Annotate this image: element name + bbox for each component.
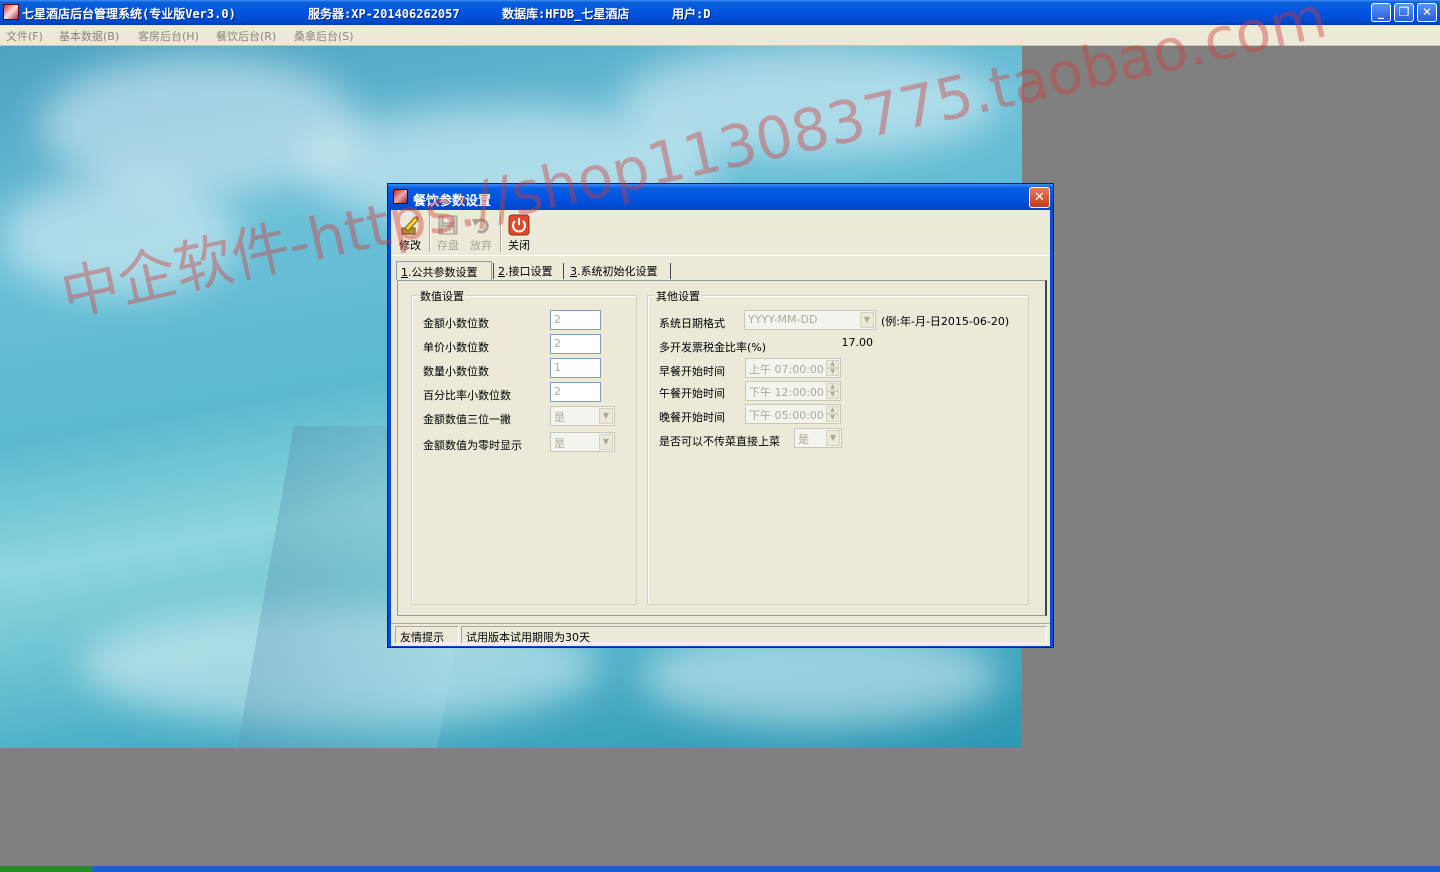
dropdown-arrow-icon: ▼	[826, 430, 840, 446]
lunch-start-time[interactable]: 下午 12:00:00 ▲ ▼	[745, 381, 841, 401]
menu-basic-data[interactable]: 基本数据(B)	[59, 28, 119, 44]
dialog-toolbar: 修改 存盘 放弃 关闭	[391, 210, 1050, 256]
spin-down-icon[interactable]: ▼	[826, 368, 839, 376]
save-button[interactable]: 存盘	[430, 212, 466, 254]
dinner-start-time[interactable]: 下午 05:00:00 ▲ ▼	[745, 404, 841, 424]
breakfast-start-time[interactable]: 上午 07:00:00 ▲ ▼	[745, 358, 841, 378]
dialog-body: 修改 存盘 放弃 关闭 1.公共参数设置 2.接口设置 3.系统初始化设置 数值…	[391, 210, 1050, 646]
spin-down-icon[interactable]: ▼	[826, 391, 839, 399]
dialog-close-button[interactable]: ✕	[1029, 187, 1050, 208]
other-settings-group: 其他设置 系统日期格式 YYYY-MM-DD ▼ (例:年-月-日2015-06-…	[647, 288, 1029, 605]
dialog-status-bar: 友情提示 试用版本试用期限为30天	[391, 623, 1050, 645]
main-title-bar: 七星酒店后台管理系统(专业版Ver3.0) 服务器:XP-20140626205…	[0, 0, 1440, 25]
tab-panel: 数值设置 金额小数位数 2 单价小数位数 2 数量小数位数 1 百分比率小数位数…	[397, 280, 1047, 616]
user-label: 用户:D	[672, 7, 711, 21]
serve-direct-label: 是否可以不传菜直接上菜	[659, 435, 780, 448]
other-group-title: 其他设置	[654, 288, 702, 304]
invoice-tax-label: 多开发票税金比率(%)	[659, 341, 767, 354]
dialog-icon	[393, 189, 408, 204]
qty-decimals-input[interactable]: 1	[550, 358, 601, 378]
amount-zero-select[interactable]: 是 ▼	[550, 432, 615, 452]
price-decimals-input[interactable]: 2	[550, 334, 601, 354]
minimize-button[interactable]: _	[1371, 3, 1391, 22]
percent-decimals-label: 百分比率小数位数	[423, 389, 511, 402]
percent-decimals-input[interactable]: 2	[550, 382, 601, 402]
spin-up-icon[interactable]: ▲	[826, 383, 839, 391]
menu-bar: 文件(F) 基本数据(B) 客房后台(H) 餐饮后台(R) 桑拿后台(S)	[0, 25, 1440, 46]
dinner-start-label: 晚餐开始时间	[659, 411, 725, 424]
spin-up-icon[interactable]: ▲	[826, 360, 839, 368]
numeric-settings-group: 数值设置 金额小数位数 2 单价小数位数 2 数量小数位数 1 百分比率小数位数…	[411, 288, 637, 605]
invoice-tax-input[interactable]: 17.00	[774, 333, 877, 353]
restore-button[interactable]: ❐	[1394, 3, 1414, 22]
pencil-icon	[401, 216, 419, 235]
menu-sauna-backend[interactable]: 桑拿后台(S)	[294, 28, 354, 44]
qty-decimals-label: 数量小数位数	[423, 365, 489, 378]
breakfast-start-label: 早餐开始时间	[659, 365, 725, 378]
close-dialog-button[interactable]: 关闭	[501, 212, 537, 254]
close-button[interactable]: ✕	[1417, 3, 1437, 22]
tab-interface[interactable]: 2.接口设置	[494, 261, 557, 280]
numeric-group-title: 数值设置	[418, 288, 466, 304]
price-decimals-label: 单价小数位数	[423, 341, 489, 354]
menu-room-backend[interactable]: 客房后台(H)	[138, 28, 199, 44]
dining-settings-dialog: 餐饮参数设置 ✕ 修改 存盘 放弃 关闭 1.公共参数设置 2.接口设置 3.系…	[387, 183, 1054, 648]
app-icon	[3, 4, 19, 20]
date-format-label: 系统日期格式	[659, 317, 725, 330]
menu-dining-backend[interactable]: 餐饮后台(R)	[216, 28, 276, 44]
spin-down-icon[interactable]: ▼	[826, 414, 839, 422]
tab-common-params[interactable]: 1.公共参数设置	[396, 261, 492, 280]
dialog-title: 餐饮参数设置	[413, 194, 492, 209]
menu-file[interactable]: 文件(F)	[6, 28, 43, 44]
database-label: 数据库:HFDB_七星酒店	[502, 7, 630, 21]
app-title: 七星酒店后台管理系统(专业版Ver3.0)	[22, 7, 236, 21]
discard-button[interactable]: 放弃	[463, 212, 499, 254]
dropdown-arrow-icon: ▼	[860, 312, 874, 328]
server-label: 服务器:XP-201406262057	[308, 7, 460, 21]
lunch-start-label: 午餐开始时间	[659, 387, 725, 400]
floppy-disk-icon	[438, 215, 458, 235]
amount-thousands-select[interactable]: 是 ▼	[550, 406, 615, 426]
taskbar-strip	[0, 866, 1440, 872]
amount-zero-label: 金额数值为零时显示	[423, 439, 522, 452]
undo-icon	[472, 218, 489, 234]
amount-decimals-label: 金额小数位数	[423, 317, 489, 330]
serve-direct-select[interactable]: 是 ▼	[794, 428, 842, 448]
date-format-select[interactable]: YYYY-MM-DD ▼	[744, 310, 876, 330]
amount-thousands-label: 金额数值三位一撇	[423, 413, 511, 426]
dropdown-arrow-icon: ▼	[599, 408, 613, 424]
tab-system-init[interactable]: 3.系统初始化设置	[566, 261, 662, 280]
dialog-title-bar[interactable]: 餐饮参数设置 ✕	[388, 184, 1053, 210]
amount-decimals-input[interactable]: 2	[550, 310, 601, 330]
status-hint-label: 友情提示	[395, 626, 459, 644]
dropdown-arrow-icon: ▼	[599, 434, 613, 450]
power-icon	[508, 214, 530, 236]
date-format-hint: (例:年-月-日2015-06-20)	[881, 315, 1010, 328]
edit-button[interactable]: 修改	[392, 212, 428, 254]
spin-up-icon[interactable]: ▲	[826, 406, 839, 414]
status-message: 试用版本试用期限为30天	[461, 626, 1047, 644]
